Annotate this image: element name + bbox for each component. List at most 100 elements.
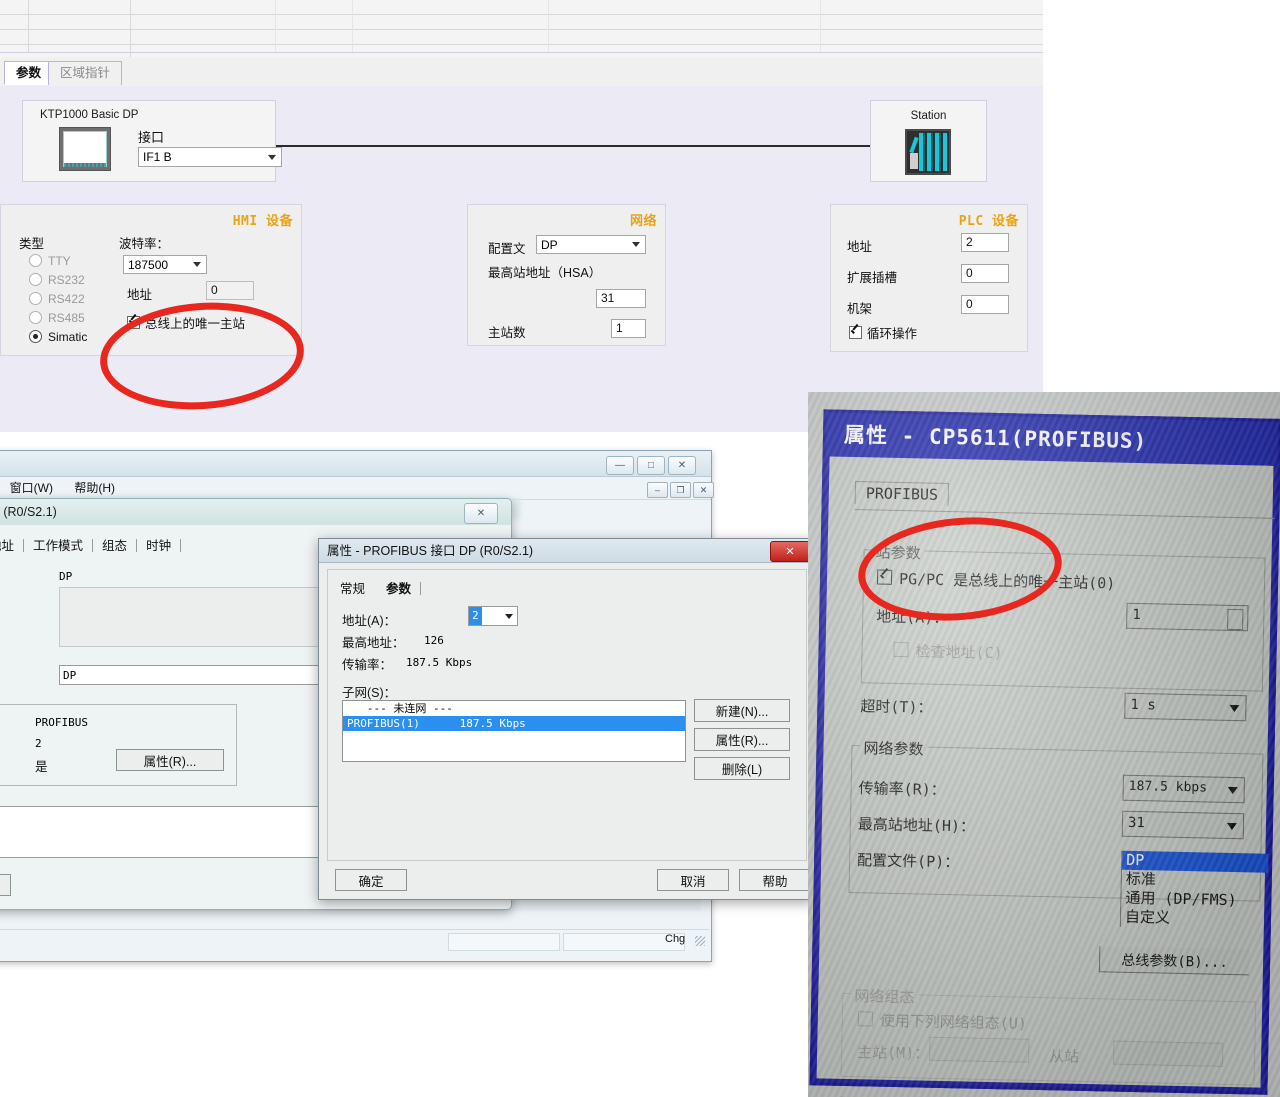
cp5611-profile-listbox[interactable]: DP 标准 通用 (DP/FMS) 自定义 bbox=[1119, 850, 1269, 930]
subnet-label: 子网(S)： bbox=[342, 686, 397, 700]
cp5611-slaves-spinner[interactable] bbox=[1112, 1040, 1224, 1067]
check-address-checkbox[interactable]: 检查地址(C) bbox=[893, 640, 1003, 663]
tab-parameters[interactable]: 参数 bbox=[4, 61, 54, 85]
cp5611-profile-label: 配置文件(P)： bbox=[856, 851, 960, 872]
hmi-device-box[interactable]: KTP1000 Basic DP 接口 IF1 B bbox=[22, 100, 282, 182]
editor-tab-strip: 参数 区域指针 bbox=[0, 57, 1043, 87]
slot-value: 0 bbox=[966, 266, 973, 280]
profibus-interface-dialog: 属性 - PROFIBUS 接口 DP (R0/S2.1) ✕ 常规 参数 地址… bbox=[318, 538, 814, 900]
minimize-button[interactable]: — bbox=[606, 456, 634, 475]
cp5611-net-config-label: 网络组态 bbox=[850, 985, 919, 1008]
slot-input[interactable]: 0 bbox=[961, 264, 1009, 283]
hsa-input[interactable]: 31 bbox=[596, 289, 646, 308]
checkbox-checked-icon bbox=[849, 326, 862, 339]
bus-parameters-button[interactable]: 总线参数(B)... bbox=[1098, 946, 1250, 976]
dp-networked-label: 已联网： bbox=[0, 756, 5, 775]
subnet-properties-button[interactable]: 属性(R)... bbox=[694, 728, 790, 751]
subnet-listbox[interactable]: --- 未连网 --- PROFIBUS(1) 187.5 Kbps bbox=[342, 700, 686, 762]
tab-area-pointer[interactable]: 区域指针 bbox=[48, 61, 123, 85]
tab-operating-mode[interactable]: 工作模式 bbox=[33, 539, 83, 553]
tab-configuration[interactable]: 组态 bbox=[102, 539, 127, 553]
cp5611-timeout-label: 超时(T)： bbox=[860, 697, 933, 717]
status-chg-indicator: Chg bbox=[665, 933, 686, 945]
plc-station-icon bbox=[905, 129, 951, 175]
cp5611-timeout-combo[interactable]: 1 s bbox=[1124, 692, 1247, 722]
profile-label: 配置文 bbox=[488, 242, 526, 256]
step7-inner-window-buttons: – ❐ ✕ bbox=[647, 482, 714, 498]
list-item[interactable]: PROFIBUS(1) 187.5 Kbps bbox=[343, 716, 685, 731]
cp5611-transfer-rate-combo[interactable]: 187.5 kbps bbox=[1122, 774, 1245, 804]
radio-tty-label: TTY bbox=[48, 254, 71, 268]
profibus-cancel-button[interactable]: 取消 bbox=[657, 869, 729, 891]
cyclic-operation-checkbox[interactable]: 循环操作 bbox=[849, 323, 917, 342]
cp5611-masters-spinner[interactable] bbox=[928, 1036, 1030, 1063]
hmi-address-input[interactable]: 0 bbox=[206, 281, 254, 300]
close-button[interactable]: ✕ bbox=[668, 456, 696, 475]
checkbox-icon bbox=[893, 641, 909, 658]
menu-help[interactable]: 帮助(H) bbox=[74, 481, 115, 495]
tab-clock[interactable]: 时钟 bbox=[146, 539, 171, 553]
chevron-down-icon bbox=[632, 242, 640, 247]
connections-table-grid[interactable] bbox=[0, 0, 1043, 57]
radio-rs485[interactable]: RS485 bbox=[29, 311, 85, 325]
inner-close-button[interactable]: ✕ bbox=[693, 482, 714, 498]
new-subnet-button[interactable]: 新建(N)... bbox=[694, 699, 790, 722]
cp5611-hsa-combo[interactable]: 31 bbox=[1121, 810, 1245, 840]
step7-window-buttons: — □ ✕ bbox=[606, 456, 696, 475]
step7-title-bar[interactable]: g01] bbox=[0, 451, 711, 477]
station-box[interactable]: Station bbox=[870, 100, 987, 182]
interface-combo[interactable]: IF1 B bbox=[138, 147, 282, 167]
cp5611-timeout-value: 1 s bbox=[1130, 696, 1156, 714]
profibus-ok-button[interactable]: 确定 bbox=[335, 869, 407, 891]
inner-restore-button[interactable]: ❐ bbox=[670, 482, 691, 498]
radio-simatic-label: Simatic bbox=[48, 330, 88, 344]
list-item[interactable]: 自定义 bbox=[1121, 908, 1267, 930]
radio-rs422[interactable]: RS422 bbox=[29, 292, 85, 306]
interface-label: 接口 bbox=[138, 130, 165, 145]
profibus-help-button[interactable]: 帮助 bbox=[739, 869, 811, 891]
dp-dialog-close-button[interactable]: ✕ bbox=[464, 503, 498, 524]
maximize-button[interactable]: □ bbox=[637, 456, 665, 475]
cp5611-address-spinner[interactable]: 1 bbox=[1126, 602, 1249, 632]
radio-dot-icon bbox=[29, 292, 42, 305]
rack-input[interactable]: 0 bbox=[961, 295, 1009, 314]
profibus-dialog-panel: 常规 参数 地址(A)： 2 最高地址： 126 传输率： 187.5 Kbps… bbox=[327, 569, 807, 861]
cp5611-transfer-rate-value: 187.5 kbps bbox=[1128, 778, 1208, 796]
dp-properties-button[interactable]: 属性(R)... bbox=[116, 749, 224, 771]
radio-simatic[interactable]: Simatic bbox=[29, 330, 87, 344]
profile-combo[interactable]: DP bbox=[536, 235, 646, 254]
tab-address[interactable]: 地址 bbox=[0, 539, 14, 553]
menu-window[interactable]: 窗口(W) bbox=[10, 481, 53, 495]
profibus-dialog-close-button[interactable]: ✕ bbox=[770, 541, 810, 562]
use-net-config-checkbox[interactable]: 使用下列网络组态(U) bbox=[857, 1009, 1027, 1034]
spinner-arrows-icon[interactable] bbox=[1227, 608, 1244, 631]
list-item[interactable]: --- 未连网 --- bbox=[343, 701, 685, 716]
hmi-address-value: 0 bbox=[211, 283, 218, 297]
dp-dialog-tab-row: 常规地址工作模式组态时钟 bbox=[0, 535, 190, 554]
radio-dot-icon bbox=[29, 330, 42, 343]
hmi-panel-icon bbox=[59, 127, 111, 171]
radio-tty[interactable]: TTY bbox=[29, 254, 71, 268]
short-description-label: 简短描述： bbox=[0, 569, 8, 588]
radio-dot-icon bbox=[29, 254, 42, 267]
dp-ok-button[interactable]: 确定 bbox=[0, 874, 11, 896]
dp-if-address-value: 2 bbox=[35, 737, 42, 750]
resize-grip-icon[interactable] bbox=[695, 936, 705, 946]
inner-minimize-button[interactable]: – bbox=[647, 482, 668, 498]
tab-general[interactable]: 常规 bbox=[340, 582, 365, 596]
profibus-address-combo[interactable]: 2 bbox=[468, 606, 518, 626]
connection-wire bbox=[275, 145, 875, 147]
checkbox-icon bbox=[857, 1011, 873, 1027]
masters-input[interactable]: 1 bbox=[611, 319, 646, 338]
plc-address-input[interactable]: 2 bbox=[961, 233, 1009, 252]
masters-label: 主站数 bbox=[488, 326, 526, 340]
dp-dialog-title-bar[interactable]: 属性 - DP - (R0/S2.1) bbox=[0, 499, 511, 525]
radio-rs232[interactable]: RS232 bbox=[29, 273, 85, 287]
cp5611-tab-profibus[interactable]: PROFIBUS bbox=[854, 481, 950, 507]
profibus-address-value: 2 bbox=[469, 607, 482, 625]
delete-subnet-button[interactable]: 删除(L) bbox=[694, 757, 790, 780]
profibus-dialog-title-bar[interactable]: 属性 - PROFIBUS 接口 DP (R0/S2.1) bbox=[319, 539, 813, 563]
status-field-1 bbox=[448, 933, 560, 951]
baud-rate-combo[interactable]: 187500 bbox=[123, 255, 207, 274]
tab-parameters[interactable]: 参数 bbox=[386, 582, 411, 596]
